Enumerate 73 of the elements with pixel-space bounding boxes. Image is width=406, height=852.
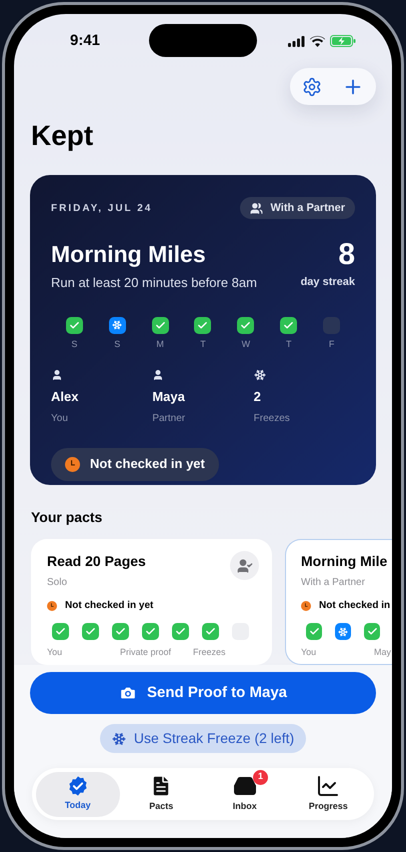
check-day-icon (364, 623, 380, 640)
snowflake-day-icon (335, 623, 351, 640)
pact-description: Run at least 20 minutes before 8am (51, 274, 257, 292)
clock-icon (47, 600, 57, 610)
stat-label: Freezes (254, 412, 290, 426)
settings-button[interactable] (302, 76, 322, 96)
check-day-icon (194, 316, 212, 334)
pact-card-type: Solo (47, 576, 68, 590)
weekday-label: T (200, 338, 206, 350)
battery-charging-icon (330, 35, 356, 47)
pact-card[interactable]: Read 20 Pages Solo Not checked in yet You Private proof Freezes (31, 539, 272, 665)
pact-stat-label: Freezes (193, 647, 227, 658)
stat-label: You (51, 412, 68, 426)
check-day-icon (306, 623, 322, 640)
clock-icon (65, 456, 80, 472)
streak-label: day streak (300, 275, 355, 290)
notification-badge: 1 (253, 770, 268, 784)
people-icon (250, 202, 263, 214)
date-label: FRIDAY, JUL 24 (51, 202, 152, 216)
weekday-label: S (71, 338, 78, 350)
pact-stat-label: You (47, 647, 64, 658)
tab-item[interactable]: Progress (286, 772, 370, 816)
pact-card-type: With a Partner (301, 576, 366, 590)
person-icon (51, 369, 63, 381)
weekday-label: M (156, 338, 164, 350)
signal-icon (288, 36, 305, 46)
check-day-icon (52, 623, 69, 640)
tab-item[interactable]: Today (36, 772, 120, 816)
pact-card[interactable]: Morning Mile With a Partner Not checked in You May (285, 539, 392, 665)
weekday-label: F (328, 338, 334, 350)
badge-check-icon (66, 775, 89, 798)
tab-item[interactable]: Inbox 1 (203, 772, 286, 816)
check-day-icon (152, 316, 169, 334)
check-day-icon (82, 623, 99, 640)
send-proof-button[interactable]: Send Proof to Maya (30, 672, 376, 714)
stat-value: 2 (254, 388, 261, 406)
snowflake-icon (254, 369, 266, 381)
check-day-icon (280, 316, 298, 334)
pact-checkin-status: Not checked in yet (65, 599, 154, 613)
pact-card-title: Read 20 Pages (47, 552, 146, 571)
pact-checkin-status: Not checked in (319, 599, 390, 613)
snowflake-icon (112, 732, 126, 746)
pact-card-title: Morning Mile (301, 552, 388, 571)
streak-freeze-button[interactable]: Use Streak Freeze (2 left) (100, 724, 306, 753)
pact-stat-label: Private proof (120, 647, 172, 658)
stat-value: Maya (152, 388, 185, 406)
chart-line-icon (316, 774, 340, 798)
page-title: Kept (31, 119, 94, 153)
check-day-icon (237, 316, 254, 334)
snowflake-day-icon (108, 316, 126, 334)
check-day-icon (202, 623, 219, 640)
streak-count: 8 (338, 239, 355, 271)
clock-icon (301, 600, 311, 610)
wifi-icon (310, 36, 325, 46)
check-day-icon (172, 623, 189, 640)
tab-item[interactable]: Pacts (120, 772, 203, 816)
solo-user-icon (230, 551, 259, 580)
check-day-icon (142, 623, 159, 640)
status-time: 9:41 (70, 30, 100, 51)
check-day-icon (112, 623, 129, 640)
partner-badge: With a Partner (240, 197, 355, 219)
section-title: Your pacts (31, 508, 104, 527)
pact-stat-label: You (301, 647, 318, 658)
weekday-label: S (114, 338, 120, 350)
pact-title: Morning Miles (51, 240, 207, 269)
person-icon (152, 369, 164, 381)
check-day-icon (66, 316, 83, 334)
stat-label: Partner (152, 412, 186, 426)
weekday-label: W (242, 338, 250, 350)
pact-stat-label: May (374, 647, 392, 658)
weekday-label: T (286, 338, 292, 350)
stat-value: Alex (51, 388, 78, 406)
checkin-status: Not checked in yet (90, 455, 205, 474)
